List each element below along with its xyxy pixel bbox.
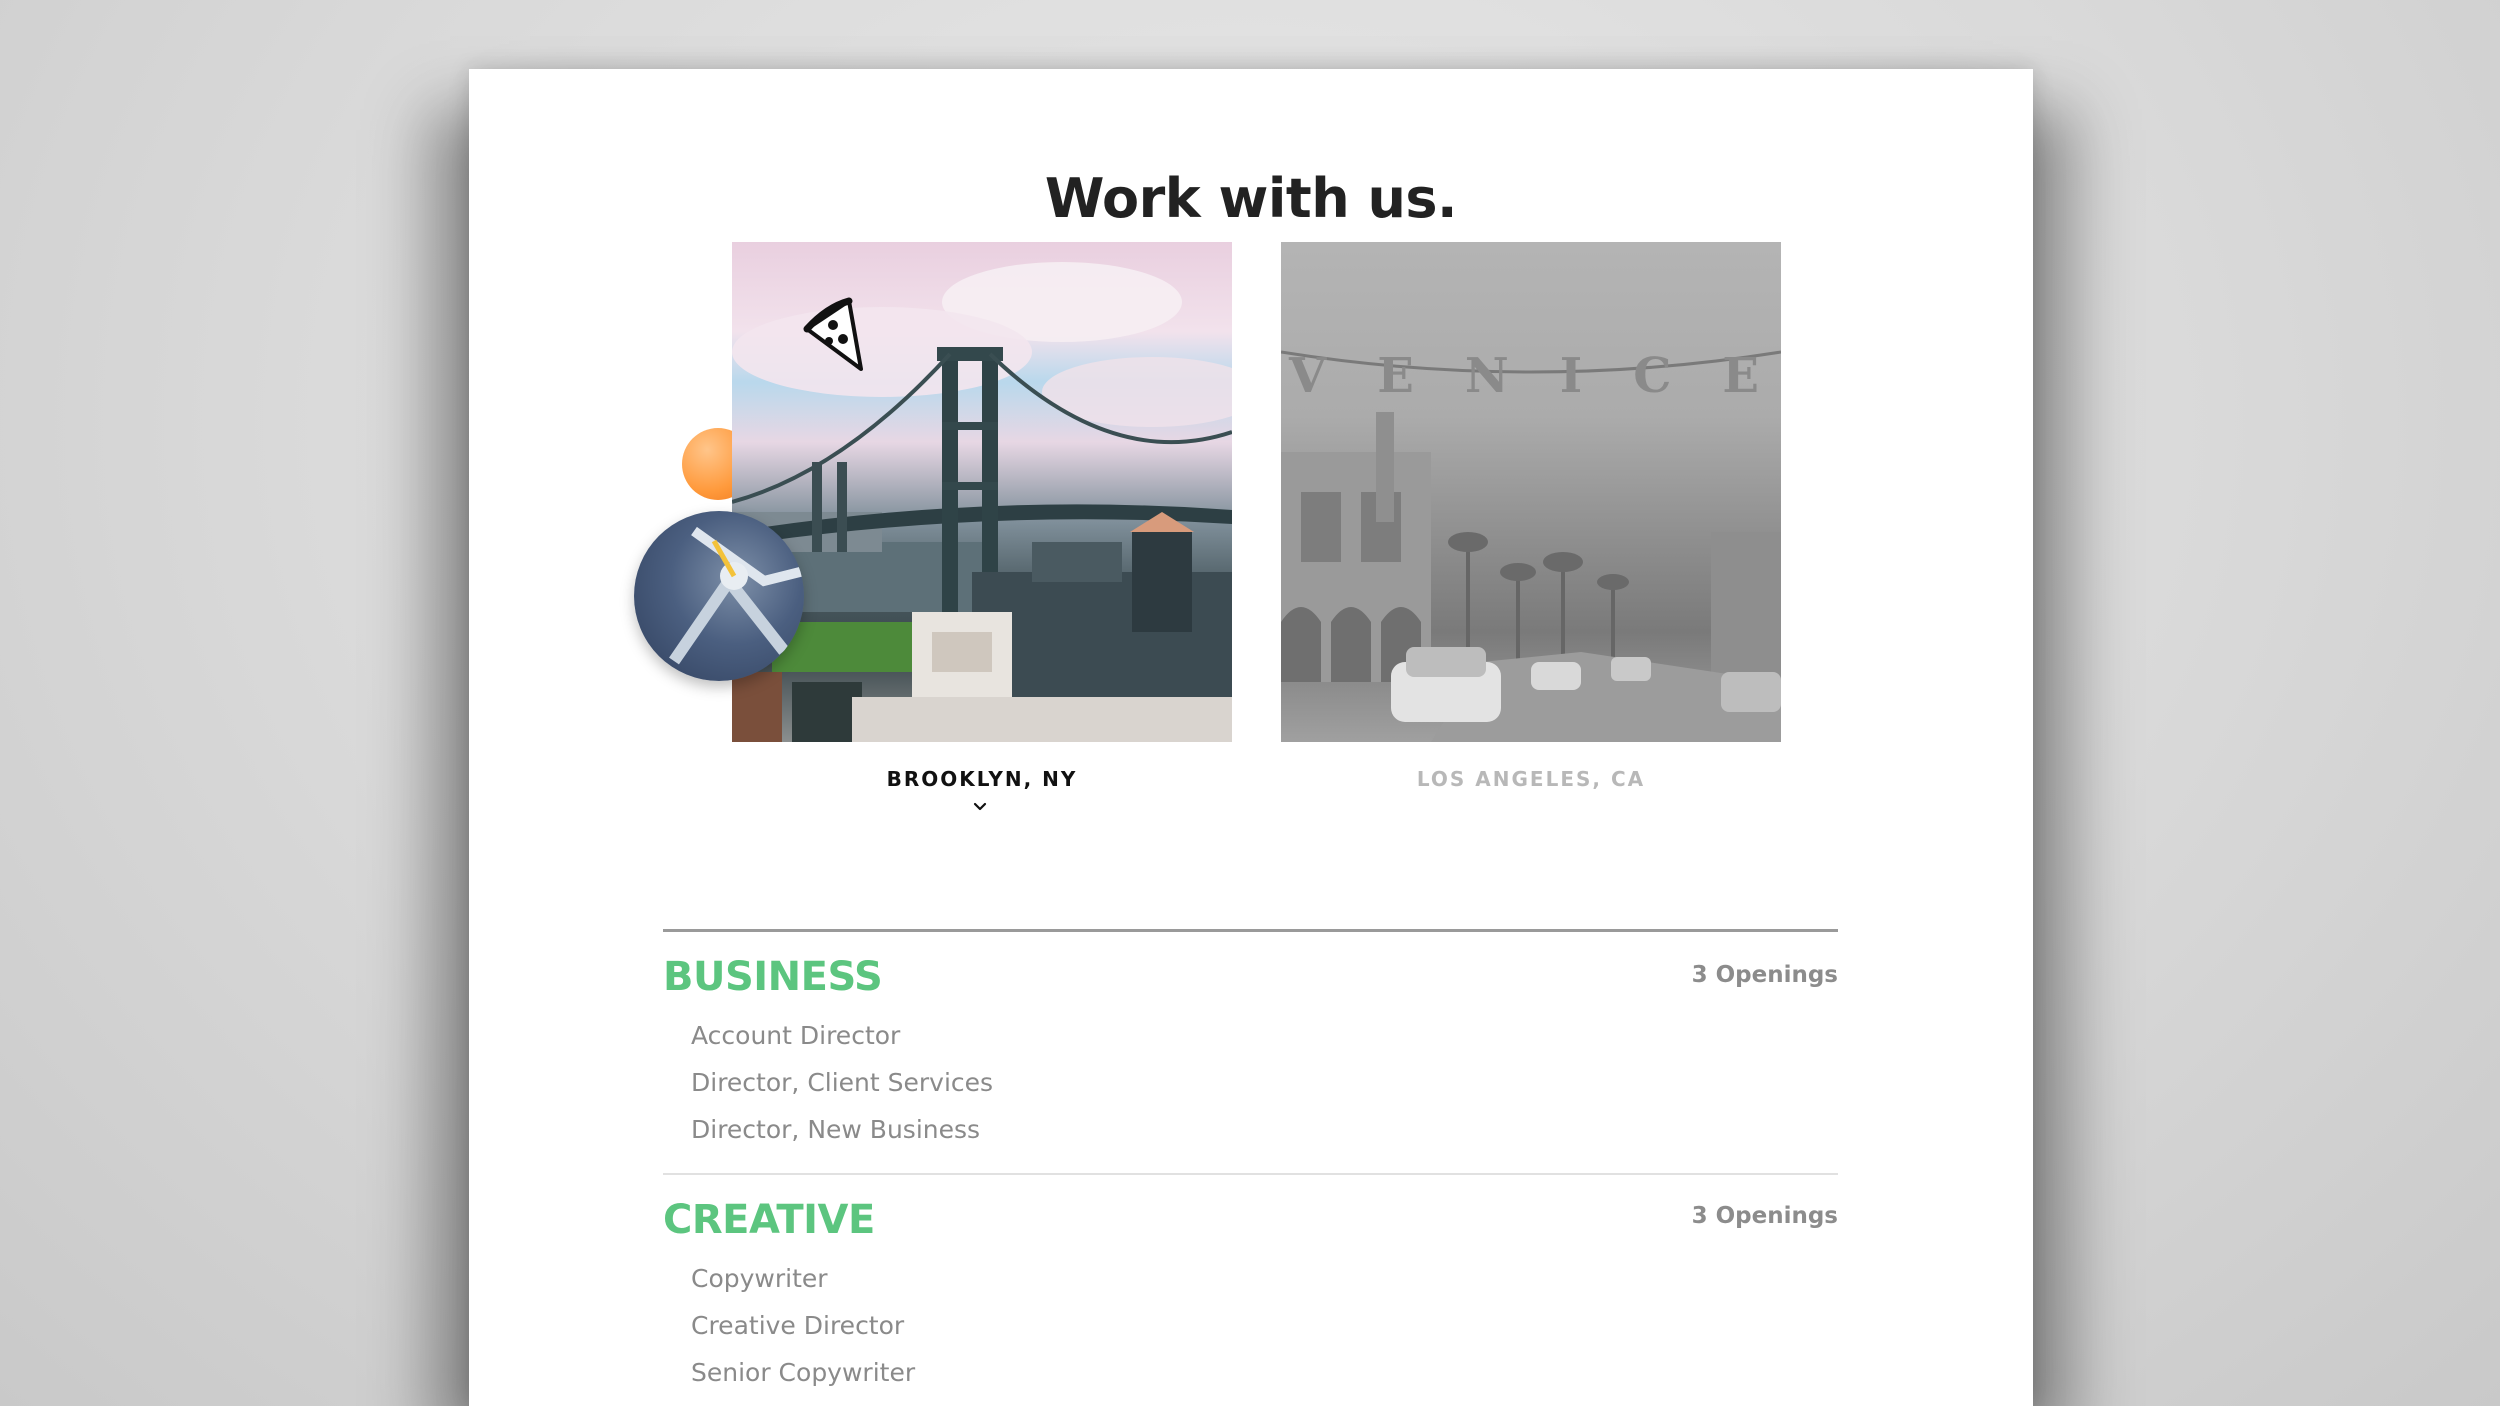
department-divider: [663, 1173, 1838, 1175]
location-tab-brooklyn[interactable]: BROOKLYN, NY: [732, 767, 1232, 791]
department-heading-creative[interactable]: CREATIVE: [663, 1197, 875, 1243]
page-title: Work with us.: [1044, 167, 1458, 231]
venice-sign-text: VENICE: [1288, 348, 1759, 404]
los-angeles-location-photo[interactable]: VENICE: [1281, 242, 1781, 742]
pizza-slice-icon: [799, 295, 869, 380]
chevron-down-icon: [973, 802, 987, 811]
section-divider: [663, 929, 1838, 932]
careers-page: Work with us. VENICE BROOKLYN, NY LOS AN…: [469, 69, 2033, 1406]
denim-circle-decoration: [634, 511, 804, 681]
venice-street-illustration: VENICE: [1281, 348, 1781, 742]
openings-count-business: 3 Openings: [1691, 962, 1838, 988]
openings-count-creative: 3 Openings: [1691, 1203, 1838, 1229]
location-tab-los-angeles[interactable]: LOS ANGELES, CA: [1281, 767, 1781, 791]
department-heading-business[interactable]: BUSINESS: [663, 954, 883, 1000]
